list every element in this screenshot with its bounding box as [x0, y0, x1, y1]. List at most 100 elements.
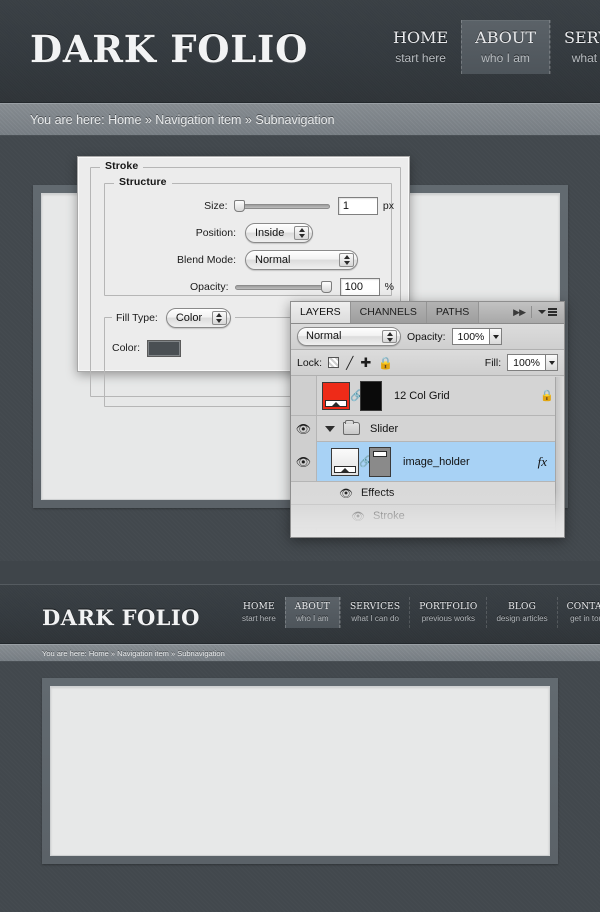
mini-nav-item-contact[interactable]: CONTACT get in touch [556, 597, 600, 628]
fill-field[interactable]: 100% [507, 354, 558, 371]
mini-nav-item-portfolio[interactable]: PORTFOLIO previous works [409, 597, 486, 628]
nav-item-about-title: ABOUT [475, 28, 537, 47]
layer-mask-thumbnail-12-col-grid[interactable] [360, 380, 382, 411]
table-row[interactable]: 👁 Stroke [291, 505, 564, 528]
mini-nav-item-home-subtitle: start here [242, 614, 276, 623]
mini-nav-item-about[interactable]: ABOUT who I am [284, 597, 340, 628]
layers-panel[interactable]: LAYERS CHANNELS PATHS ▶▶ Normal Opacity:… [290, 301, 565, 538]
layer-name[interactable]: Stroke [373, 510, 405, 522]
fill-type-stepper-icon[interactable] [211, 311, 227, 325]
eye-icon[interactable]: 👁 [296, 423, 311, 435]
layer-visibility-toggle-next[interactable]: 👁 [291, 528, 317, 537]
color-swatch[interactable] [147, 339, 182, 357]
blend-mode-value: Normal [255, 253, 291, 266]
nav-item-about-subtitle: who I am [481, 51, 530, 65]
breadcrumb-bar: You are here: Home » Navigation item » S… [0, 103, 600, 136]
secondary-nav: HOME start here ABOUT who I am SERVICES … [233, 597, 600, 628]
lock-image-pixels-icon[interactable]: ╱ [346, 356, 353, 370]
size-slider-track [233, 203, 330, 209]
table-row[interactable]: 👁 Effects [291, 482, 564, 505]
size-slider[interactable] [233, 200, 330, 212]
fill-dropdown-icon[interactable] [545, 354, 558, 371]
layer-link-icon[interactable]: 🔗 [350, 389, 364, 402]
fill-type-label: Fill Type: [116, 312, 158, 324]
eye-icon[interactable]: 👁 [296, 456, 311, 468]
layer-name[interactable]: Effects [361, 487, 394, 499]
lock-transparency-icon[interactable] [328, 357, 340, 368]
layer-visibility-toggle-12-col-grid[interactable] [291, 376, 317, 415]
nav-item-home-subtitle: start here [395, 51, 446, 65]
lock-position-icon[interactable]: ✚ [360, 356, 371, 369]
mini-nav-item-portfolio-subtitle: previous works [421, 614, 476, 623]
mini-nav-item-home[interactable]: HOME start here [233, 597, 285, 628]
layers-panel-scrollbar[interactable] [555, 377, 564, 537]
tab-layers[interactable]: LAYERS [291, 302, 351, 323]
layer-blend-stepper-icon[interactable] [382, 330, 397, 343]
nav-item-services[interactable]: SERVICES what I can do [550, 20, 600, 75]
tabbar-buttons: ▶▶ [509, 302, 564, 323]
nav-item-home[interactable]: HOME start here [380, 20, 461, 74]
stroke-effect-visibility-icon[interactable]: 👁 [351, 510, 365, 523]
layer-visibility-toggle-slider[interactable]: 👁 [291, 415, 317, 442]
nav-item-about[interactable]: ABOUT who I am [461, 20, 551, 75]
tab-channels[interactable]: CHANNELS [350, 302, 427, 323]
secondary-site-logo[interactable]: DARK FOLIO [42, 605, 200, 630]
layer-thumbnail-image-holder[interactable] [331, 447, 359, 476]
table-row[interactable]: 👁 🔗 [291, 528, 564, 537]
layer-name[interactable]: 12 Col Grid [394, 390, 540, 402]
blend-mode-stepper-icon[interactable] [339, 253, 354, 267]
secondary-breadcrumb[interactable]: You are here: Home » Navigation item » S… [42, 649, 225, 658]
size-slider-knob[interactable] [233, 200, 245, 212]
nav-item-services-subtitle: what I can do [571, 51, 600, 65]
opacity-slider-knob[interactable] [320, 281, 332, 293]
stroke-fieldset-legend: Stroke [100, 160, 144, 172]
fill-type-row: Fill Type: Color [112, 307, 235, 329]
layer-blend-dropdown[interactable]: Normal [297, 327, 401, 346]
layer-opacity-label: Opacity: [407, 330, 446, 343]
collapse-panel-icon[interactable]: ▶▶ [513, 307, 526, 318]
thumbnail-marker [341, 468, 349, 472]
blend-mode-dropdown[interactable]: Normal [245, 250, 358, 270]
layer-effects-icon[interactable]: fx [538, 454, 547, 470]
layer-thumbnail-12-col-grid[interactable] [322, 381, 350, 410]
fill-type-dropdown[interactable]: Color [165, 308, 231, 328]
layer-name[interactable]: image_holder [403, 456, 538, 468]
size-row: Size: px [104, 196, 394, 216]
position-label: Position: [195, 227, 236, 239]
layer-opacity-field[interactable]: 100% [451, 328, 503, 345]
secondary-site-header: DARK FOLIO HOME start here ABOUT who I a… [0, 584, 600, 644]
layer-name[interactable]: Slider [370, 423, 564, 435]
mini-nav-item-about-subtitle: who I am [296, 614, 329, 623]
layer-visibility-toggle-image-holder[interactable]: 👁 [291, 442, 317, 481]
tab-paths[interactable]: PATHS [426, 302, 480, 323]
opacity-row: Opacity: % [104, 277, 394, 297]
table-row[interactable]: 🔗 12 Col Grid 🔒 [291, 376, 564, 416]
layer-mask-thumbnail-next[interactable] [369, 535, 391, 537]
layer-link-icon[interactable]: 🔗 [359, 455, 373, 468]
opacity-slider[interactable] [234, 281, 332, 293]
layer-mask-thumbnail-image-holder[interactable] [369, 446, 391, 477]
mini-nav-item-services[interactable]: SERVICES what I can do [339, 597, 409, 628]
mini-nav-item-portfolio-title: PORTFOLIO [419, 602, 478, 612]
layer-locked-icon: 🔒 [540, 390, 554, 402]
secondary-breadcrumb-bar: You are here: Home » Navigation item » S… [0, 644, 600, 662]
lock-all-icon[interactable]: 🔒 [378, 356, 393, 370]
table-row[interactable]: 👁 Slider [291, 415, 564, 442]
group-disclosure-icon[interactable] [325, 425, 335, 432]
panel-menu-icon[interactable] [538, 308, 557, 316]
fill-label: Fill: [484, 356, 502, 369]
layer-thumbnail-next[interactable] [331, 533, 359, 537]
position-dropdown[interactable]: Inside [245, 223, 313, 243]
layer-opacity-dropdown-icon[interactable] [489, 328, 503, 345]
mini-nav-item-blog[interactable]: BLOG design articles [486, 597, 556, 628]
breadcrumb[interactable]: You are here: Home » Navigation item » S… [30, 113, 335, 127]
effects-visibility-icon[interactable]: 👁 [339, 487, 353, 500]
size-input[interactable] [337, 197, 378, 215]
mini-nav-item-home-title: HOME [243, 602, 275, 612]
position-stepper-icon[interactable] [294, 226, 309, 240]
site-logo[interactable]: DARK FOLIO [30, 27, 308, 71]
mini-nav-item-services-subtitle: what I can do [351, 614, 399, 623]
lock-icons: ╱ ✚ 🔒 [328, 356, 393, 370]
opacity-input[interactable] [339, 278, 380, 296]
table-row[interactable]: 👁 🔗 image_holder fx [291, 442, 564, 482]
